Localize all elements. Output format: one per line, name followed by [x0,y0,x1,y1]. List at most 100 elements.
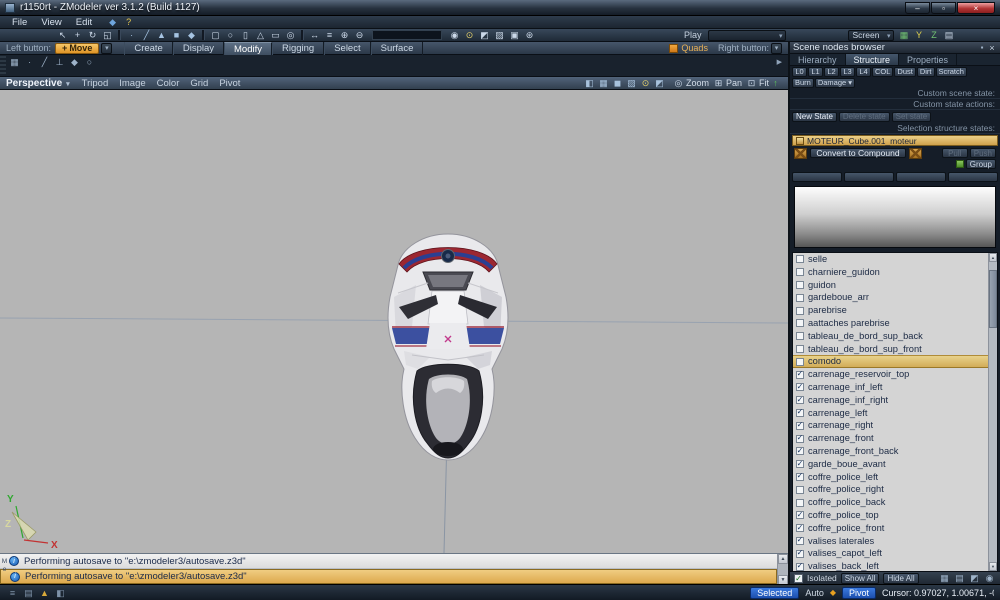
right-button-dropdown-arrow[interactable] [771,43,782,54]
pivot-mode-button[interactable]: Pivot [842,587,876,599]
scene-node-row[interactable]: coffre_police_top [793,509,988,522]
torus-icon[interactable]: ◎ [284,29,297,41]
left-dock-handle[interactable] [0,56,6,76]
viewport-option[interactable]: Grid [190,78,208,89]
log-entry[interactable]: Performing autosave to "e:\zmodeler3/aut… [0,554,777,569]
lod-button[interactable]: L1 [808,67,823,77]
lighting-icon[interactable]: ⊙ [639,77,652,89]
node-visibility-checkbox[interactable] [796,319,804,327]
messages-panel-tab[interactable]: Me [1,558,8,574]
snap-grid-icon[interactable]: ▦ [8,56,21,68]
model-r1150rt-fairing[interactable] [368,227,528,461]
play-button[interactable]: Play [684,30,702,40]
node-visibility-checkbox[interactable] [796,422,804,430]
menu-item[interactable]: File [6,17,33,28]
viewport-option[interactable]: Color [157,78,180,89]
scene-node-row[interactable]: coffre_police_front [793,522,988,535]
minimize-button[interactable]: – [905,2,930,14]
scroll-thumb[interactable] [989,270,997,328]
select-icon[interactable]: ↖ [56,29,69,41]
isolated-checkbox[interactable]: ✓ [794,574,803,583]
scene-node-row[interactable]: carrenage_reservoir_top [793,368,988,381]
lod-button[interactable]: Dust [894,67,915,77]
viewport-3d[interactable]: Y Z X [0,90,788,553]
window-titlebar[interactable]: r1150rt - ZModeler ver 3.1.2 (Build 1127… [0,0,1000,16]
history-icon[interactable]: ≡ [6,587,19,599]
mode-tab[interactable]: Rigging [272,42,324,55]
node-visibility-checkbox[interactable] [796,345,804,353]
node-visibility-checkbox[interactable] [796,499,804,507]
maximize-viewport-icon[interactable]: ↑ [769,77,782,89]
scene-node-row[interactable]: tableau_de_bord_sup_back [793,330,988,343]
viewport-option[interactable]: Pivot [219,78,240,89]
stats-icon[interactable]: ▤ [943,29,956,41]
selected-mode-button[interactable]: Selected [750,587,799,599]
panel-button[interactable] [792,172,842,182]
scene-node-row[interactable]: carrenage_left [793,407,988,420]
help-icon[interactable]: ? [122,16,135,28]
scale-icon[interactable]: ◱ [101,29,114,41]
node-visibility-checkbox[interactable] [796,563,804,571]
pull-button[interactable]: Pull [942,148,968,158]
pan-tool[interactable]: ⊞ Pan [712,77,742,89]
viewport-option[interactable]: Image [119,78,145,89]
maximize-button[interactable]: ▫ [931,2,956,14]
scene-node-row[interactable]: parebrise [793,304,988,317]
quads-checkbox[interactable] [669,44,678,53]
scene-node-row[interactable]: carrenage_inf_right [793,394,988,407]
menu-item[interactable]: View [35,17,67,28]
left-button-dropdown-arrow[interactable] [101,43,112,54]
rotate-icon[interactable]: ↻ [86,29,99,41]
z-axis-icon[interactable]: Z [928,29,941,41]
world-space-icon[interactable]: ○ [83,56,96,68]
panel-tab[interactable]: Properties [899,54,957,65]
lod-button[interactable]: Dirt [917,67,935,77]
plane-icon[interactable]: ▭ [269,29,282,41]
lod-button[interactable]: L2 [824,67,839,77]
texture-icon[interactable]: ▨ [493,29,506,41]
node-visibility-checkbox[interactable] [796,524,804,532]
lod-button[interactable]: COL [872,67,893,77]
node-visibility-checkbox[interactable] [796,537,804,545]
light-icon[interactable]: ⊙ [463,29,476,41]
node-visibility-checkbox[interactable] [796,460,804,468]
lod-button[interactable]: L3 [840,67,855,77]
lod-button[interactable]: L0 [792,67,807,77]
mode-tab[interactable]: Select [324,42,370,55]
damage-state-button[interactable]: Burn [792,78,814,88]
scene-node-row[interactable]: tableau_de_bord_sup_front [793,343,988,356]
group-button[interactable]: Group [966,159,996,169]
panel-close-icon[interactable]: × [987,42,997,54]
background-icon[interactable]: ◩ [653,77,666,89]
node-visibility-checkbox[interactable] [796,447,804,455]
node-visibility-checkbox[interactable] [796,281,804,289]
scene-node-row[interactable]: valises_capot_left [793,547,988,560]
scene-node-row[interactable]: charniere_guidon [793,266,988,279]
hide-all-button[interactable]: Hide All [883,573,918,584]
mode-tab[interactable]: Modify [224,42,272,55]
state-button[interactable]: Delete state [839,112,890,122]
camera-icon[interactable]: ◉ [448,29,461,41]
attach-icon[interactable]: ⊕ [338,29,351,41]
y-axis-icon[interactable]: Y [913,29,926,41]
node-visibility-checkbox[interactable] [796,383,804,391]
panel-tab[interactable]: Structure [846,54,900,65]
faces-icon[interactable]: ▲ [155,29,168,41]
node-visibility-checkbox[interactable] [796,409,804,417]
grid-view-icon[interactable]: ▦ [938,572,951,584]
node-visibility-checkbox[interactable] [796,435,804,443]
panel-header[interactable]: Scene nodes browser ▪ × [790,42,1000,54]
array-icon[interactable]: ≡ [323,29,336,41]
cone-icon[interactable]: △ [254,29,267,41]
screen-dropdown[interactable]: Screen [848,30,894,41]
info-icon[interactable]: ◉ [983,572,996,584]
convert-to-compound-button[interactable]: Convert to Compound [810,148,906,158]
auto-mode-label[interactable]: Auto [805,588,824,598]
axes-mode-icon[interactable]: ⊥ [53,56,66,68]
viewport-option[interactable]: Tripod [82,78,109,89]
left-button-tool[interactable]: Move [55,43,99,54]
lod-button[interactable]: L4 [856,67,871,77]
pin-icon[interactable]: ▪ [977,42,987,54]
damage-state-button[interactable]: Damage ▾ [815,78,855,88]
panel-button[interactable] [948,172,998,182]
